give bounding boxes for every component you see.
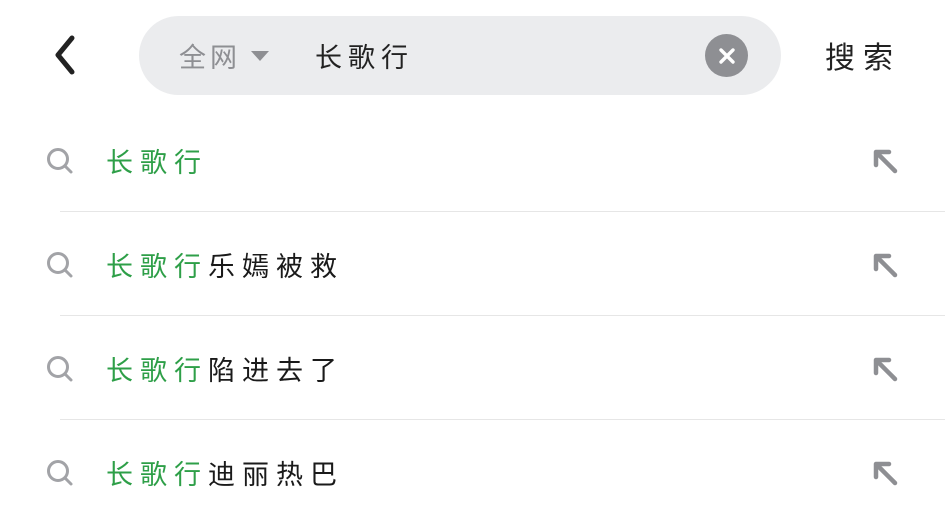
search-icon	[47, 252, 73, 278]
suggestion-item[interactable]: 长歌行 陷进去了	[0, 316, 945, 420]
suggestion-text: 长歌行 陷进去了	[106, 316, 344, 420]
suggestion-highlight: 长歌行	[106, 147, 208, 179]
suggestion-item[interactable]: 长歌行 迪丽热巴	[0, 420, 945, 524]
arrow-up-left-icon	[873, 253, 898, 278]
scope-dropdown[interactable]: 全网	[179, 16, 269, 95]
suggestion-item[interactable]: 长歌行	[0, 108, 945, 212]
suggestion-text: 长歌行 迪丽热巴	[106, 420, 344, 524]
suggestion-list: 长歌行 长歌行 乐嫣被救 长歌行 陷进去了 长歌行 迪丽热巴	[0, 108, 945, 524]
suggestion-text: 长歌行	[106, 108, 208, 212]
suggestion-highlight: 长歌行	[106, 355, 208, 387]
suggestion-highlight: 长歌行	[106, 251, 208, 283]
chevron-left-icon	[55, 35, 75, 75]
arrow-up-left-icon	[873, 461, 898, 486]
fill-query-button[interactable]	[866, 454, 904, 492]
arrow-up-left-icon	[873, 357, 898, 382]
search-icon	[47, 356, 73, 382]
clear-circle-icon	[718, 47, 735, 64]
search-submit-button[interactable]: 搜索	[825, 30, 901, 80]
search-input[interactable]	[315, 16, 695, 95]
suggestion-highlight: 长歌行	[106, 459, 208, 491]
suggestion-rest: 迪丽热巴	[208, 459, 344, 491]
scope-label: 全网	[179, 43, 241, 74]
suggestion-rest: 陷进去了	[208, 355, 344, 387]
search-icon	[47, 148, 73, 174]
clear-button[interactable]	[705, 34, 748, 77]
search-header: 全网 搜索	[0, 0, 945, 110]
suggestion-text: 长歌行 乐嫣被救	[106, 212, 344, 316]
suggestion-rest: 乐嫣被救	[208, 251, 344, 283]
fill-query-button[interactable]	[866, 246, 904, 284]
caret-down-icon	[251, 50, 269, 61]
search-box: 全网	[139, 16, 781, 95]
search-icon	[47, 460, 73, 486]
fill-query-button[interactable]	[866, 350, 904, 388]
arrow-up-left-icon	[873, 149, 898, 174]
fill-query-button[interactable]	[866, 142, 904, 180]
back-button[interactable]	[40, 30, 90, 80]
suggestion-item[interactable]: 长歌行 乐嫣被救	[0, 212, 945, 316]
